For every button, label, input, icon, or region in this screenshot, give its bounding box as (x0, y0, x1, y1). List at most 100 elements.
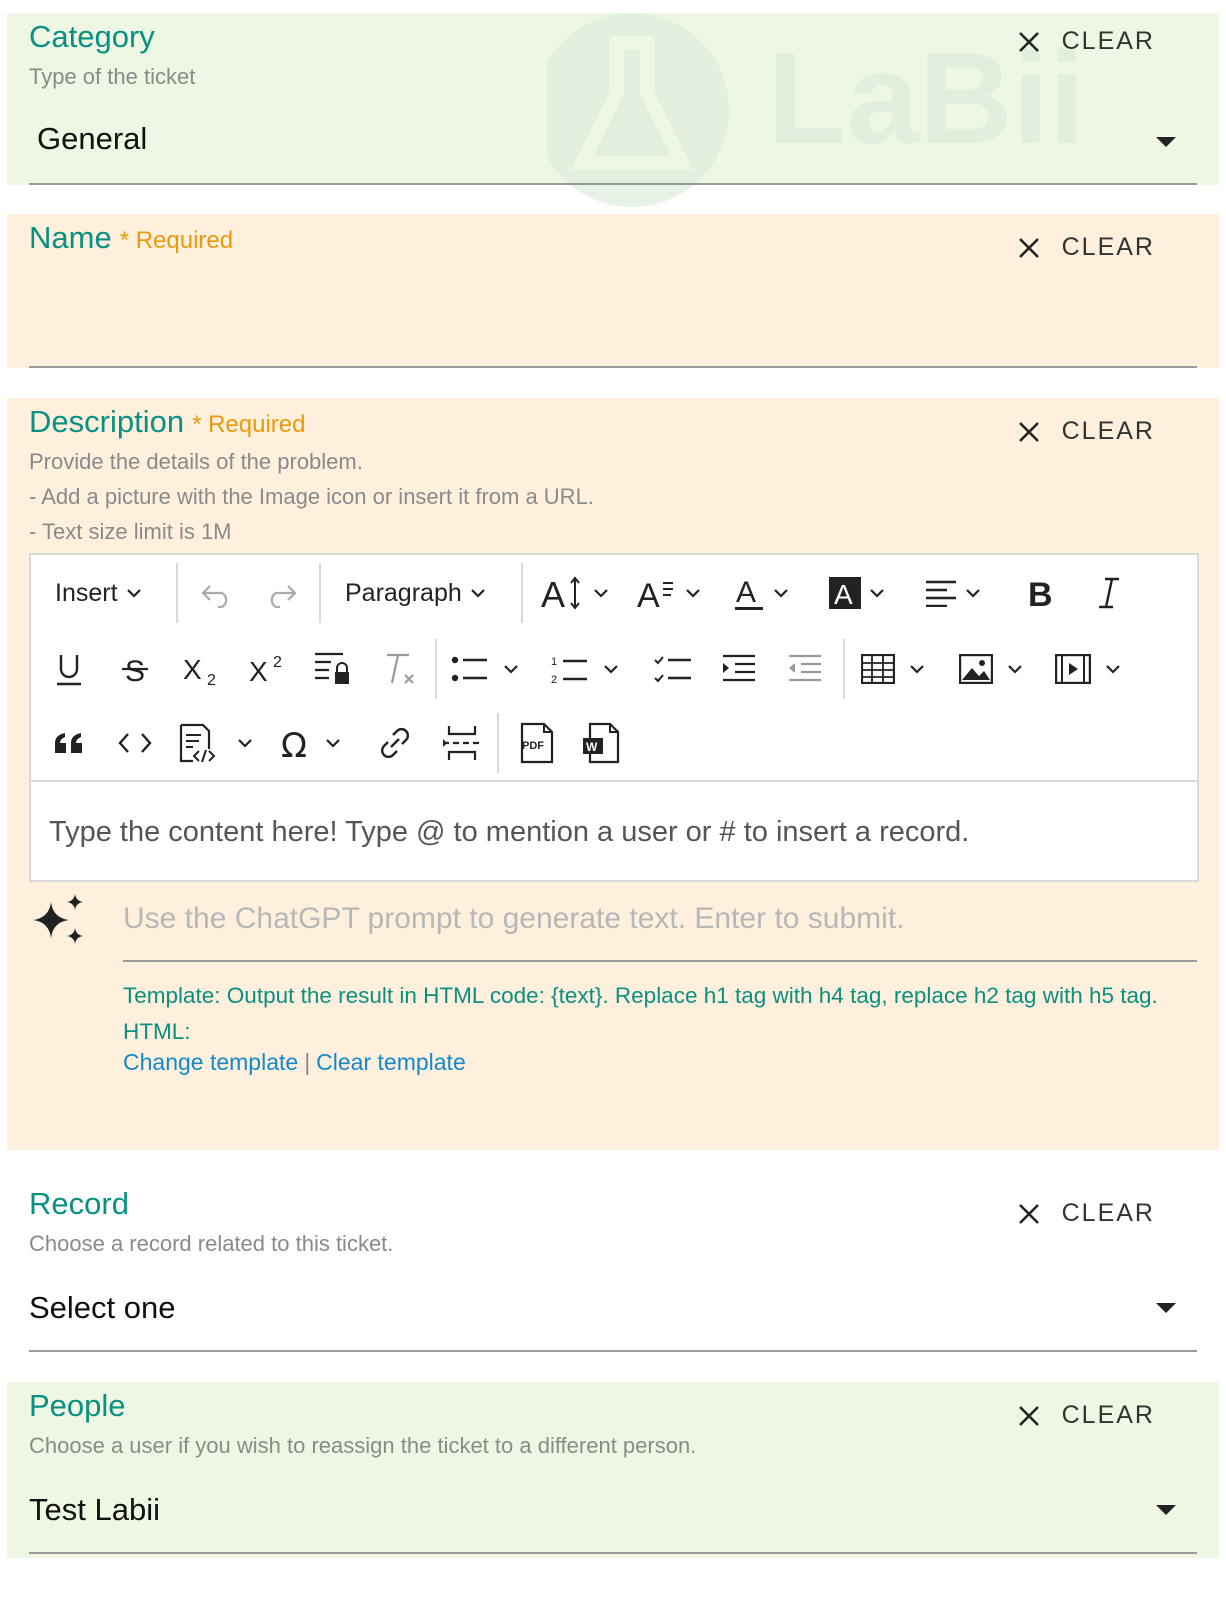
category-label: Category (29, 19, 155, 54)
name-input[interactable] (29, 274, 1197, 364)
record-clear-button[interactable]: CLEAR (1018, 1199, 1155, 1228)
special-characters-dropdown[interactable]: Ω (281, 721, 341, 765)
category-field: LaBii Category Type of the ticket CLEAR … (7, 13, 1219, 207)
chevron-down-icon (774, 589, 788, 598)
lock-text-icon (315, 652, 349, 684)
code-button[interactable] (115, 721, 155, 765)
media-icon (1055, 654, 1091, 684)
insert-dropdown[interactable]: Insert (55, 573, 142, 613)
superscript-icon: X2 (249, 654, 282, 687)
outdent-button[interactable] (783, 647, 827, 691)
svg-text:X: X (183, 654, 202, 685)
page-break-button[interactable] (439, 721, 483, 765)
pdf-icon: PDF (520, 722, 554, 764)
indent-button[interactable] (717, 647, 761, 691)
chevron-down-icon (604, 665, 618, 674)
category-underline (29, 183, 1197, 185)
align-dropdown[interactable] (925, 571, 981, 615)
editor-toolbar: Insert Paragraph A A A A B S X 2 X 2 1 2… (31, 555, 1197, 782)
insert-media-dropdown[interactable] (1055, 647, 1121, 691)
italic-icon (1099, 577, 1119, 609)
link-icon (381, 728, 409, 758)
link-button[interactable] (375, 721, 415, 765)
code-block-dropdown[interactable] (179, 719, 253, 767)
rich-text-editor: Insert Paragraph A A A A B S X 2 X 2 1 2… (29, 553, 1199, 882)
name-label-row: Name * Required (29, 220, 233, 256)
page-break-icon (443, 726, 479, 760)
clear-template-link[interactable]: Clear template (316, 1049, 466, 1075)
name-clear-button[interactable]: CLEAR (1018, 233, 1155, 262)
description-hint-1: Provide the details of the problem. (29, 449, 363, 474)
prompt-template-text: Template: Output the result in HTML code… (123, 983, 1158, 1044)
font-color-dropdown[interactable]: A (733, 571, 789, 615)
font-family-dropdown[interactable]: A (637, 571, 701, 615)
numbered-list-dropdown[interactable]: 12 (551, 647, 619, 691)
people-underline (29, 1552, 1197, 1554)
font-family-icon: A (637, 577, 673, 611)
block-quote-button[interactable] (49, 721, 89, 765)
restricted-editing-button[interactable] (311, 647, 355, 691)
description-label-row: Description * Required (29, 404, 305, 440)
description-label: Description (29, 404, 185, 439)
align-left-icon (926, 580, 956, 607)
svg-text:PDF: PDF (522, 740, 544, 752)
todo-list-button[interactable] (651, 647, 695, 691)
record-clear-label: CLEAR (1061, 1199, 1155, 1227)
undo-button[interactable] (197, 575, 237, 615)
chevron-down-icon (326, 739, 340, 748)
superscript-button[interactable]: X2 (245, 647, 289, 691)
table-icon (861, 654, 895, 684)
export-pdf-button[interactable]: PDF (515, 719, 559, 767)
insert-label: Insert (55, 578, 118, 607)
italic-button[interactable] (1089, 571, 1129, 615)
paragraph-label: Paragraph (345, 578, 462, 607)
category-dropdown-caret-icon[interactable] (1156, 137, 1176, 147)
editor-content-area[interactable]: Type the content here! Type @ to mention… (31, 782, 1197, 880)
bulleted-list-dropdown[interactable] (451, 647, 519, 691)
word-icon: W (583, 722, 620, 764)
redo-button[interactable] (261, 575, 301, 615)
name-field: Name * Required CLEAR (7, 214, 1219, 368)
strikethrough-icon: S (122, 655, 148, 687)
record-dropdown-caret-icon[interactable] (1156, 1303, 1176, 1313)
record-select-value[interactable]: Select one (29, 1290, 176, 1326)
chatgpt-prompt-placeholder: Use the ChatGPT prompt to generate text.… (123, 902, 905, 935)
svg-text:X: X (249, 656, 268, 687)
people-clear-button[interactable]: CLEAR (1018, 1401, 1155, 1430)
category-clear-button[interactable]: CLEAR (1018, 27, 1155, 56)
people-field: People Choose a user if you wish to reas… (7, 1382, 1219, 1558)
category-hint: Type of the ticket (29, 64, 196, 89)
strikethrough-button[interactable]: S (115, 647, 155, 691)
chevron-down-icon (910, 665, 924, 674)
chevron-down-icon (1106, 665, 1120, 674)
category-select-value[interactable]: General (37, 121, 147, 157)
svg-text:A: A (834, 579, 853, 609)
indent-icon (723, 654, 755, 682)
change-template-link[interactable]: Change template (123, 1049, 298, 1075)
remove-format-icon (387, 653, 414, 684)
remove-format-button[interactable] (377, 647, 421, 691)
record-label: Record (29, 1186, 129, 1221)
insert-table-dropdown[interactable] (861, 647, 925, 691)
ai-sparkle-icon (33, 894, 83, 944)
svg-text:2: 2 (273, 654, 282, 671)
svg-text:A: A (541, 575, 565, 611)
chevron-down-icon (870, 589, 884, 598)
svg-text:1: 1 (551, 656, 557, 668)
underline-button[interactable] (49, 647, 89, 691)
insert-image-dropdown[interactable] (959, 647, 1023, 691)
background-color-dropdown[interactable]: A (829, 571, 885, 615)
name-required-badge: * Required (119, 227, 234, 254)
people-dropdown-caret-icon[interactable] (1156, 1505, 1176, 1515)
chatgpt-prompt-input[interactable]: Use the ChatGPT prompt to generate text.… (123, 894, 1197, 962)
people-select-value[interactable]: Test Labii (29, 1492, 160, 1528)
description-clear-button[interactable]: CLEAR (1018, 417, 1155, 446)
font-size-dropdown[interactable]: A (541, 571, 609, 615)
paragraph-dropdown[interactable]: Paragraph (345, 573, 486, 613)
export-word-button[interactable]: W (579, 719, 623, 767)
bold-icon: B (1028, 576, 1053, 611)
font-color-icon: A (735, 576, 763, 610)
quote-icon (55, 733, 82, 753)
subscript-button[interactable]: X2 (179, 647, 223, 691)
bold-button[interactable]: B (1021, 571, 1061, 615)
